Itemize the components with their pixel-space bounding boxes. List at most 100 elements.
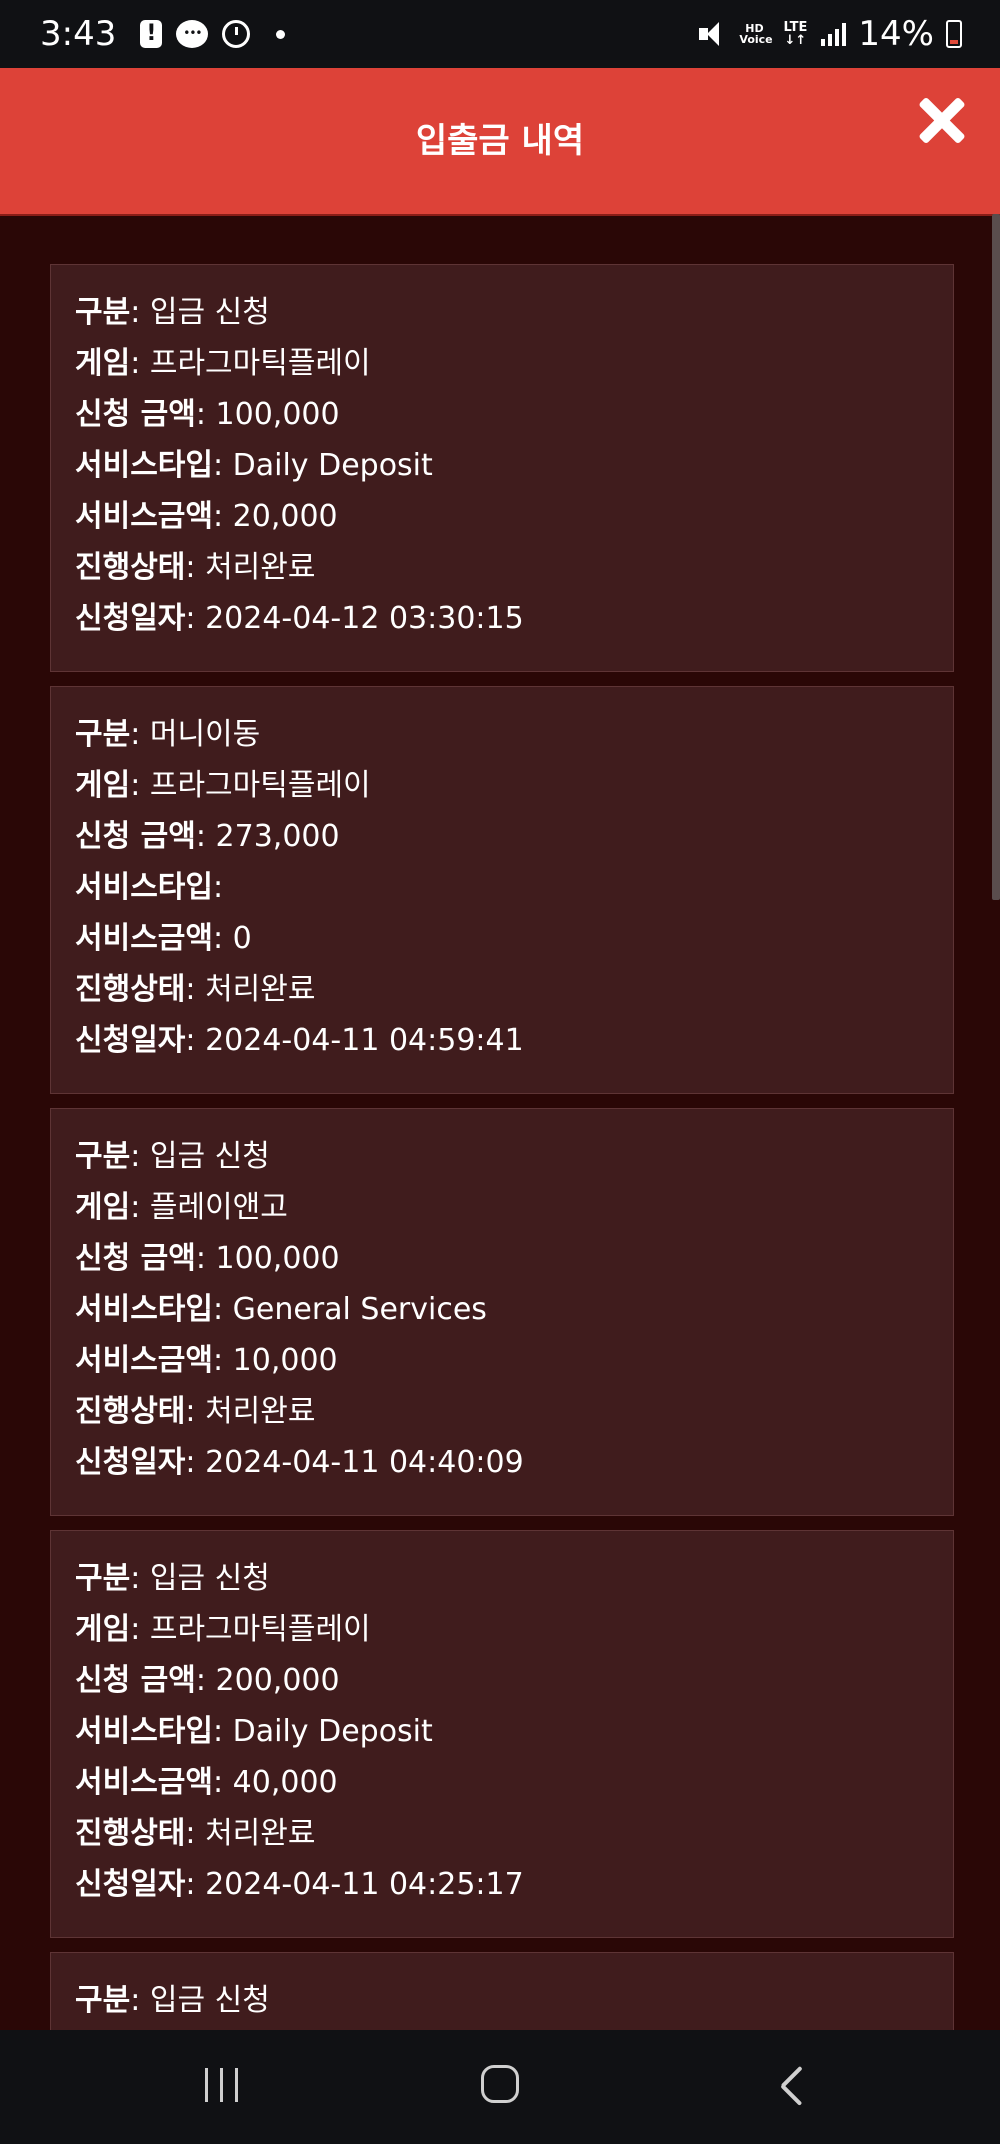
label-game: 게임: [75, 1190, 131, 1225]
navigation-bar: [0, 2030, 1000, 2144]
value-service-type: Daily Deposit: [232, 448, 433, 483]
label-type: 구분: [75, 717, 131, 752]
status-bar: 3:43 HD Voice LTE ↓↑ 14%: [0, 0, 1000, 68]
row-game: 게임: 프라그마틱플레이: [75, 768, 371, 803]
row-date: 신청일자: 2024-04-11 04:40:09: [75, 1445, 524, 1480]
battery-text: 14%: [858, 14, 934, 54]
row-service-amount: 서비스금액: 0: [75, 921, 252, 956]
row-amount: 신청 금액: 100,000: [75, 397, 340, 432]
row-type: 구분: 입금 신청: [75, 295, 270, 330]
label-game: 게임: [75, 768, 131, 803]
value-type: 입금 신청: [149, 1139, 270, 1174]
value-date: 2024-04-11 04:40:09: [205, 1445, 524, 1480]
row-service-type: 서비스타입:: [75, 870, 224, 905]
close-icon[interactable]: [918, 96, 966, 144]
status-bar-left: 3:43: [40, 0, 286, 68]
hd-voice-bottom: Voice: [739, 33, 773, 46]
status-time: 3:43: [40, 14, 117, 54]
label-type: 구분: [75, 1561, 131, 1596]
signal-icon: [821, 22, 847, 46]
value-amount: 100,000: [215, 1241, 340, 1276]
row-service-type: 서비스타입: Daily Deposit: [75, 448, 433, 483]
label-service-type: 서비스타입: [75, 448, 213, 483]
scrollbar-thumb[interactable]: [992, 214, 1000, 900]
row-type: 구분: 입금 신청: [75, 1983, 270, 2018]
lte-bottom: ↓↑: [784, 33, 807, 48]
value-status: 처리완료: [205, 1394, 316, 1429]
label-service-type: 서비스타입: [75, 870, 213, 905]
value-game: 프라그마틱플레이: [149, 768, 371, 803]
alert-icon: [140, 20, 163, 48]
back-icon[interactable]: [772, 2064, 808, 2104]
alarm-icon: [222, 20, 251, 48]
label-type: 구분: [75, 1139, 131, 1174]
label-status: 진행상태: [75, 1816, 186, 1851]
label-status: 진행상태: [75, 550, 186, 585]
label-service-amount: 서비스금액: [75, 1343, 213, 1378]
transaction-list: 구분: 입금 신청 게임: 프라그마틱플레이 신청 금액: 100,000 서비…: [50, 264, 954, 2076]
recent-apps-icon[interactable]: [203, 2068, 241, 2102]
row-type: 구분: 입금 신청: [75, 1139, 270, 1174]
label-amount: 신청 금액: [75, 397, 196, 432]
value-type: 입금 신청: [149, 1561, 270, 1596]
value-game: 프라그마틱플레이: [149, 1612, 371, 1647]
page-header: 입출금 내역: [0, 68, 1000, 216]
home-icon[interactable]: [481, 2065, 519, 2103]
label-service-amount: 서비스금액: [75, 499, 213, 534]
lte-icon: LTE ↓↑: [781, 21, 809, 47]
row-game: 게임: 프라그마틱플레이: [75, 1612, 371, 1647]
row-amount: 신청 금액: 200,000: [75, 1663, 340, 1698]
row-game: 게임: 프라그마틱플레이: [75, 346, 371, 381]
row-service-amount: 서비스금액: 40,000: [75, 1765, 338, 1800]
value-game: 플레이앤고: [149, 1190, 288, 1225]
label-date: 신청일자: [75, 601, 186, 636]
transaction-card: 구분: 입금 신청 게임: 프라그마틱플레이 신청 금액: 200,000 서비…: [50, 1530, 954, 1938]
row-status: 진행상태: 처리완료: [75, 1394, 316, 1429]
value-service-amount: 20,000: [232, 499, 338, 534]
row-service-amount: 서비스금액: 20,000: [75, 499, 338, 534]
label-date: 신청일자: [75, 1445, 186, 1480]
label-status: 진행상태: [75, 972, 186, 1007]
row-date: 신청일자: 2024-04-11 04:59:41: [75, 1023, 524, 1058]
label-game: 게임: [75, 1612, 131, 1647]
mute-icon: [697, 20, 727, 48]
row-service-amount: 서비스금액: 10,000: [75, 1343, 338, 1378]
value-type: 입금 신청: [149, 1983, 270, 2018]
chat-icon: [176, 19, 209, 48]
transaction-card: 구분: 입금 신청 게임: 플레이앤고 신청 금액: 100,000 서비스타입…: [50, 1108, 954, 1516]
row-status: 진행상태: 처리완료: [75, 1816, 316, 1851]
label-amount: 신청 금액: [75, 819, 196, 854]
value-status: 처리완료: [205, 972, 316, 1007]
status-bar-right: HD Voice LTE ↓↑ 14%: [697, 0, 962, 68]
row-type: 구분: 입금 신청: [75, 1561, 270, 1596]
label-service-type: 서비스타입: [75, 1292, 213, 1327]
value-date: 2024-04-11 04:59:41: [205, 1023, 524, 1058]
row-status: 진행상태: 처리완료: [75, 550, 316, 585]
value-date: 2024-04-11 04:25:17: [205, 1867, 524, 1902]
hd-voice-icon: HD Voice: [739, 23, 773, 46]
scrollbar[interactable]: [992, 214, 1000, 2030]
value-service-amount: 0: [232, 921, 252, 956]
label-date: 신청일자: [75, 1867, 186, 1902]
transaction-card: 구분: 입금 신청 게임: 프라그마틱플레이 신청 금액: 100,000 서비…: [50, 264, 954, 672]
label-type: 구분: [75, 295, 131, 330]
value-amount: 100,000: [215, 397, 340, 432]
row-service-type: 서비스타입: Daily Deposit: [75, 1714, 433, 1749]
label-service-amount: 서비스금액: [75, 1765, 213, 1800]
value-service-amount: 40,000: [232, 1765, 338, 1800]
row-amount: 신청 금액: 273,000: [75, 819, 340, 854]
page-title: 입출금 내역: [415, 121, 585, 161]
value-service-amount: 10,000: [232, 1343, 338, 1378]
label-service-amount: 서비스금액: [75, 921, 213, 956]
value-service-type: General Services: [232, 1292, 487, 1327]
label-date: 신청일자: [75, 1023, 186, 1058]
row-type: 구분: 머니이동: [75, 717, 261, 752]
row-date: 신청일자: 2024-04-12 03:30:15: [75, 601, 524, 636]
value-type: 머니이동: [149, 717, 261, 752]
transaction-card: 구분: 머니이동 게임: 프라그마틱플레이 신청 금액: 273,000 서비스…: [50, 686, 954, 1094]
value-amount: 273,000: [215, 819, 340, 854]
row-status: 진행상태: 처리완료: [75, 972, 316, 1007]
value-status: 처리완료: [205, 1816, 316, 1851]
value-date: 2024-04-12 03:30:15: [205, 601, 524, 636]
battery-icon: [946, 20, 962, 48]
